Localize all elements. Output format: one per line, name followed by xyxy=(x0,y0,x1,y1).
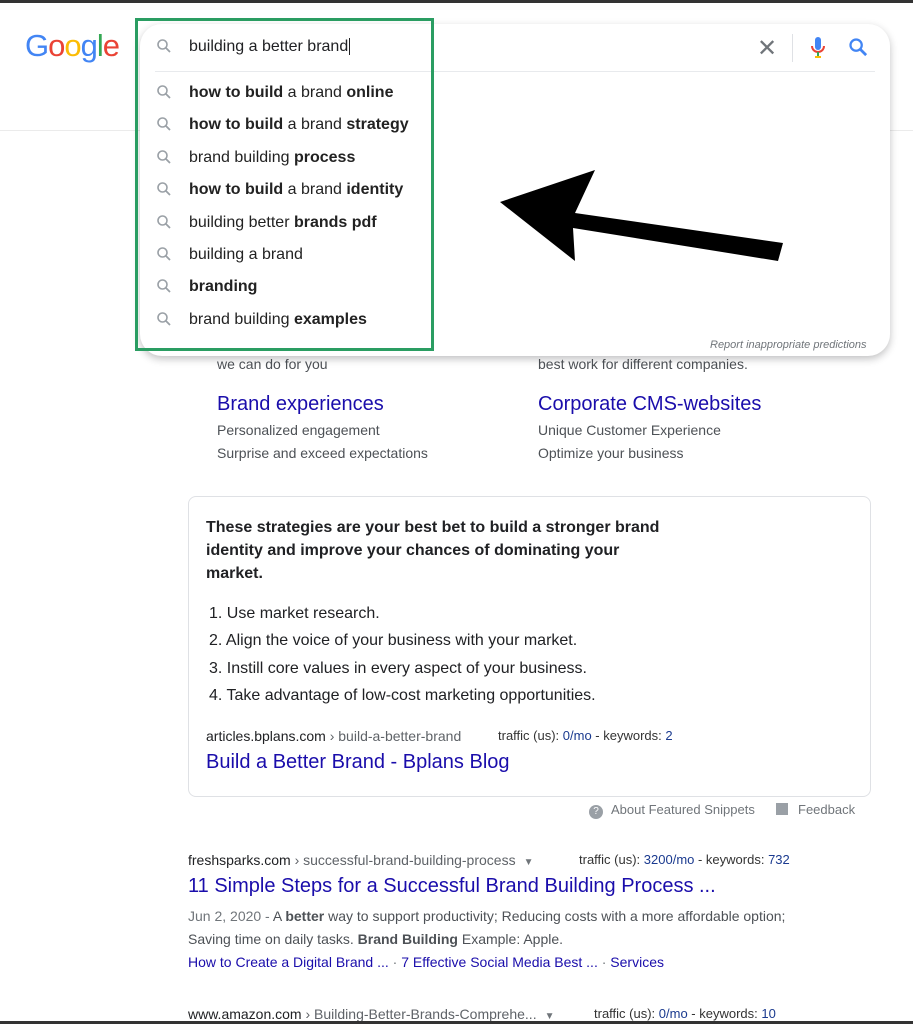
arrow-annotation xyxy=(500,170,783,261)
snippet-list: 1. Use market research. 2. Align the voic… xyxy=(209,600,596,709)
logo-letter: o xyxy=(48,28,65,63)
feedback-icon xyxy=(776,803,788,815)
snippet-lead: These strategies are your best bet to bu… xyxy=(206,519,660,582)
list-item: 2. Align the voice of your business with… xyxy=(209,632,578,650)
top-bar xyxy=(0,0,913,3)
divider xyxy=(792,34,793,62)
sitelink-brand-experiences[interactable]: Brand experiences xyxy=(217,393,384,416)
sitelink[interactable]: Services xyxy=(610,954,664,970)
close-icon[interactable]: ✕ xyxy=(757,34,777,63)
sitelink[interactable]: 7 Effective Social Media Best ... xyxy=(401,954,598,970)
text: we can do for you xyxy=(217,356,328,372)
snippet-title-link[interactable]: Build a Better Brand - Bplans Blog xyxy=(206,751,510,774)
traffic-info: traffic (us): 3200/mo - keywords: 732 xyxy=(579,852,790,867)
about-snippets-link[interactable]: ? About Featured Snippets xyxy=(589,802,755,819)
logo-letter: e xyxy=(102,28,120,63)
text: best work for different companies. xyxy=(538,356,748,372)
text: Optimize your business xyxy=(538,445,684,461)
text: Personalized engagement xyxy=(217,422,380,438)
result-snippet: Jun 2, 2020 - A better way to support pr… xyxy=(188,908,786,924)
highlight-box xyxy=(135,18,434,351)
result-sitelinks: How to Create a Digital Brand ... · 7 Ef… xyxy=(188,954,664,970)
report-predictions-link[interactable]: Report inappropriate predictions xyxy=(710,339,867,351)
result-snippet: Saving time on daily tasks. Brand Buildi… xyxy=(188,931,564,947)
logo-letter: o xyxy=(64,28,81,63)
logo-letter: G xyxy=(25,28,49,63)
text: Unique Customer Experience xyxy=(538,422,721,438)
help-icon: ? xyxy=(589,805,603,819)
feedback-link[interactable]: Feedback xyxy=(776,802,855,817)
snippet-url: articles.bplans.com › build-a-better-bra… xyxy=(206,728,462,744)
mic-icon[interactable] xyxy=(809,36,827,60)
caret-down-icon[interactable]: ▼ xyxy=(524,857,534,868)
google-logo[interactable]: Google xyxy=(25,28,120,64)
result-title-link[interactable]: 11 Simple Steps for a Successful Brand B… xyxy=(188,875,716,898)
list-item: 4. Take advantage of low-cost marketing … xyxy=(209,686,596,704)
list-item: 3. Instill core values in every aspect o… xyxy=(209,659,587,677)
traffic-info: traffic (us): 0/mo - keywords: 2 xyxy=(498,728,673,743)
sitelink-corporate-cms[interactable]: Corporate CMS-websites xyxy=(538,393,761,416)
search-submit-icon[interactable] xyxy=(848,37,868,57)
traffic-info: traffic (us): 0/mo - keywords: 10 xyxy=(594,1006,776,1021)
logo-letter: g xyxy=(80,28,98,63)
list-item: 1. Use market research. xyxy=(209,605,380,622)
text: Surprise and exceed expectations xyxy=(217,445,428,461)
result-url[interactable]: www.amazon.com › Building-Better-Brands-… xyxy=(188,1006,555,1022)
sitelink[interactable]: How to Create a Digital Brand ... xyxy=(188,954,389,970)
result-url[interactable]: freshsparks.com › successful-brand-build… xyxy=(188,852,533,868)
